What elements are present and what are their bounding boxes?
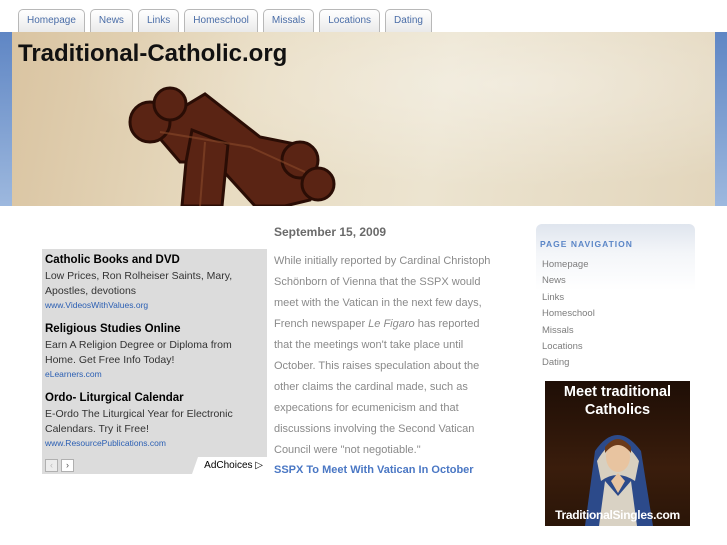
ad-url[interactable]: eLearners.com	[45, 369, 263, 379]
ad-item[interactable]: Ordo- Liturgical Calendar E-Ordo The Lit…	[45, 392, 263, 448]
adchoices-link[interactable]: AdChoices ▷	[192, 457, 267, 474]
newspaper-name: Le Figaro	[368, 318, 415, 330]
article-link[interactable]: SSPX To Meet With Vatican In October	[274, 464, 499, 476]
ad-body: Earn A Religion Degree or Diploma from H…	[45, 339, 232, 366]
tab-dating[interactable]: Dating	[385, 9, 432, 32]
pagenav-item-homeschool[interactable]: Homeschool	[542, 306, 595, 322]
ad-title[interactable]: Ordo- Liturgical Calendar	[45, 392, 263, 404]
ad-item[interactable]: Religious Studies Online Earn A Religion…	[45, 323, 263, 379]
top-tab-bar: Homepage News Links Homeschool Missals L…	[0, 0, 727, 32]
tab-links[interactable]: Links	[137, 9, 180, 32]
tab-homepage[interactable]: Homepage	[18, 9, 85, 32]
singles-ad-site: TraditionalSingles.com	[555, 508, 680, 522]
ad-body: E-Ordo The Liturgical Year for Electroni…	[45, 408, 233, 435]
page-navigation: PAGE NAVIGATION Homepage News Links Home…	[536, 224, 695, 373]
pagenav-item-homepage[interactable]: Homepage	[542, 257, 595, 273]
ad-title[interactable]: Catholic Books and DVD	[45, 254, 263, 266]
tab-news[interactable]: News	[89, 9, 133, 32]
ad-url[interactable]: www.VideosWithValues.org	[45, 300, 263, 310]
tab-locations[interactable]: Locations	[319, 9, 381, 32]
ad-body: Low Prices, Ron Rolheiser Saints, Mary, …	[45, 270, 233, 297]
article: September 15, 2009 While initially repor…	[274, 225, 499, 476]
header-banner: Traditional-Catholic.org	[0, 32, 727, 206]
site-title[interactable]: Traditional-Catholic.org	[18, 40, 287, 68]
page-navigation-title: PAGE NAVIGATION	[540, 239, 633, 249]
post-body: While initially reported by Cardinal Chr…	[274, 251, 499, 461]
ad-prev-button[interactable]: ‹	[45, 459, 58, 472]
tab-missals[interactable]: Missals	[262, 9, 315, 32]
post-body-text: has reported that the meetings won't tak…	[274, 318, 480, 456]
tab-homeschool[interactable]: Homeschool	[184, 9, 258, 32]
pagenav-item-dating[interactable]: Dating	[542, 355, 595, 371]
pagenav-item-links[interactable]: Links	[542, 290, 595, 306]
post-date: September 15, 2009	[274, 225, 387, 239]
ad-title[interactable]: Religious Studies Online	[45, 323, 263, 335]
ad-url[interactable]: www.ResourcePublications.com	[45, 438, 263, 448]
pagenav-item-news[interactable]: News	[542, 273, 595, 289]
page-navigation-list: Homepage News Links Homeschool Missals L…	[542, 257, 595, 372]
singles-ad-banner[interactable]: Meet traditional Catholics TraditionalSi…	[545, 381, 690, 526]
ad-item[interactable]: Catholic Books and DVD Low Prices, Ron R…	[45, 254, 263, 310]
ad-box: Catholic Books and DVD Low Prices, Ron R…	[42, 249, 267, 474]
singles-ad-headline: Meet traditional Catholics	[563, 384, 672, 418]
pagenav-item-locations[interactable]: Locations	[542, 339, 595, 355]
pagenav-item-missals[interactable]: Missals	[542, 323, 595, 339]
ad-next-button[interactable]: ›	[61, 459, 74, 472]
